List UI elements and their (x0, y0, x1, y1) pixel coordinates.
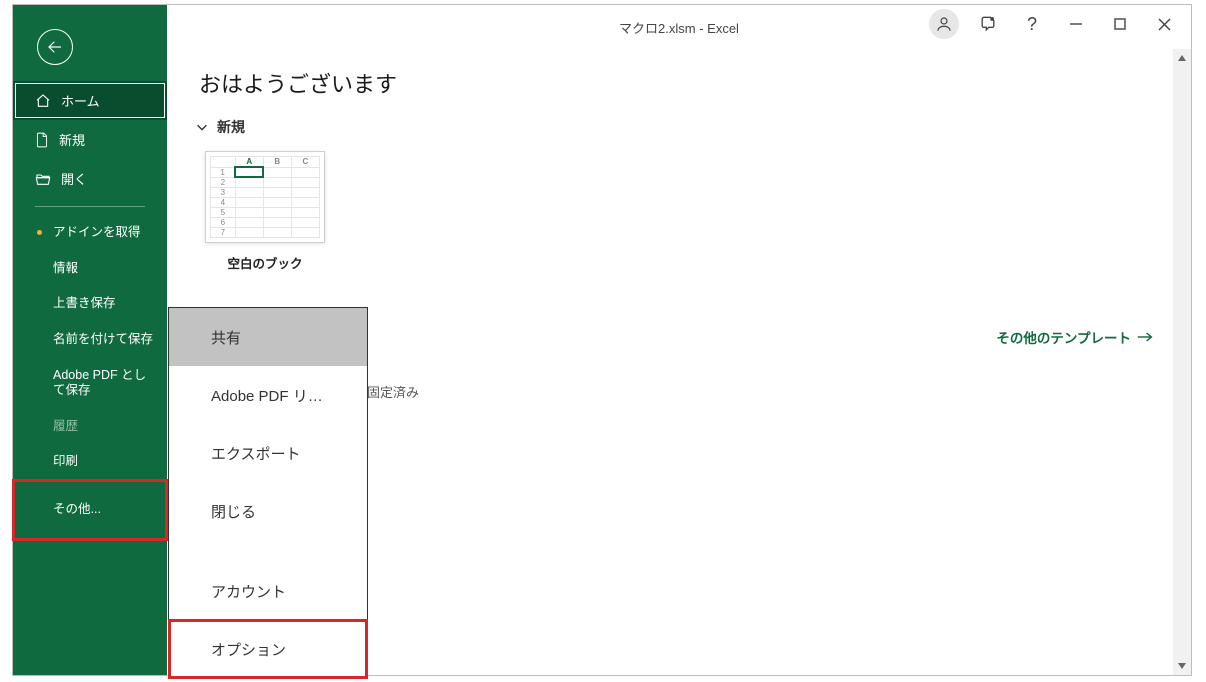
template-label: 空白のブック (195, 253, 335, 272)
backstage-sidebar: ホーム 新規 開く アドインを取得 情報 上書き保存 名前を付けて保存 Adob… (13, 5, 167, 675)
title-bar: マクロ2.xlsm - Excel ? (167, 5, 1191, 49)
template-blank-workbook[interactable]: ABC 1 2 3 4 5 6 7 空白のブック (195, 151, 335, 272)
sidebar-item-more[interactable]: その他... (13, 480, 167, 540)
sidebar-item-history: 履歴 (13, 409, 167, 445)
flyout-separator (169, 540, 367, 562)
sidebar-item-home[interactable]: ホーム (13, 81, 167, 120)
minimize-button[interactable] (1055, 9, 1097, 39)
sidebar-divider (35, 206, 145, 207)
sidebar-item-get-addins[interactable]: アドインを取得 (13, 215, 167, 251)
flyout-adobe-pdf[interactable]: Adobe PDF リ… (169, 366, 367, 424)
vertical-scrollbar[interactable] (1173, 49, 1191, 675)
home-icon (35, 93, 51, 109)
sidebar-item-save[interactable]: 上書き保存 (13, 286, 167, 322)
template-thumb: ABC 1 2 3 4 5 6 7 (205, 151, 325, 243)
title-bar-controls: ? (929, 9, 1185, 39)
folder-open-icon (35, 172, 51, 186)
sidebar-item-info[interactable]: 情報 (13, 251, 167, 287)
more-templates-link[interactable]: その他のテンプレート (996, 327, 1153, 347)
new-section-header[interactable]: 新規 (195, 117, 1163, 137)
flyout-account[interactable]: アカウント (169, 562, 367, 620)
help-icon[interactable]: ? (1011, 9, 1053, 39)
scroll-down-button[interactable] (1173, 657, 1191, 675)
scroll-up-button[interactable] (1173, 49, 1191, 67)
sidebar-item-new[interactable]: 新規 (13, 120, 167, 159)
more-menu-flyout: 共有 Adobe PDF リ… エクスポート 閉じる アカウント オプション (168, 307, 368, 679)
sidebar-item-save-as-pdf[interactable]: Adobe PDF として保存 (13, 358, 167, 409)
close-button[interactable] (1143, 9, 1185, 39)
template-list: ABC 1 2 3 4 5 6 7 空白のブック (195, 151, 1163, 272)
scroll-track[interactable] (1173, 67, 1191, 657)
app-window: マクロ2.xlsm - Excel ? (12, 4, 1192, 676)
flyout-options[interactable]: オプション (169, 620, 367, 678)
flyout-export[interactable]: エクスポート (169, 424, 367, 482)
flyout-share[interactable]: 共有 (169, 308, 367, 366)
sidebar-item-label: 開く (61, 169, 87, 188)
greeting-heading: おはようございます (199, 67, 1163, 99)
account-icon[interactable] (929, 9, 959, 39)
pinned-tab[interactable]: 固定済み (367, 382, 419, 401)
maximize-button[interactable] (1099, 9, 1141, 39)
arrow-right-icon (1137, 331, 1153, 343)
sidebar-item-save-as[interactable]: 名前を付けて保存 (13, 322, 167, 358)
flyout-close[interactable]: 閉じる (169, 482, 367, 540)
sidebar-item-open[interactable]: 開く (13, 159, 167, 198)
section-label: 新規 (217, 117, 245, 137)
help-feedback-icon[interactable] (967, 9, 1009, 39)
back-button[interactable] (37, 29, 73, 65)
chevron-down-icon (195, 120, 209, 134)
sidebar-secondary-list: アドインを取得 情報 上書き保存 名前を付けて保存 Adobe PDF として保… (13, 215, 167, 540)
sidebar-item-label: ホーム (61, 91, 100, 110)
sidebar-item-label: 新規 (59, 130, 85, 149)
sidebar-item-print[interactable]: 印刷 (13, 444, 167, 480)
file-icon (35, 132, 49, 148)
